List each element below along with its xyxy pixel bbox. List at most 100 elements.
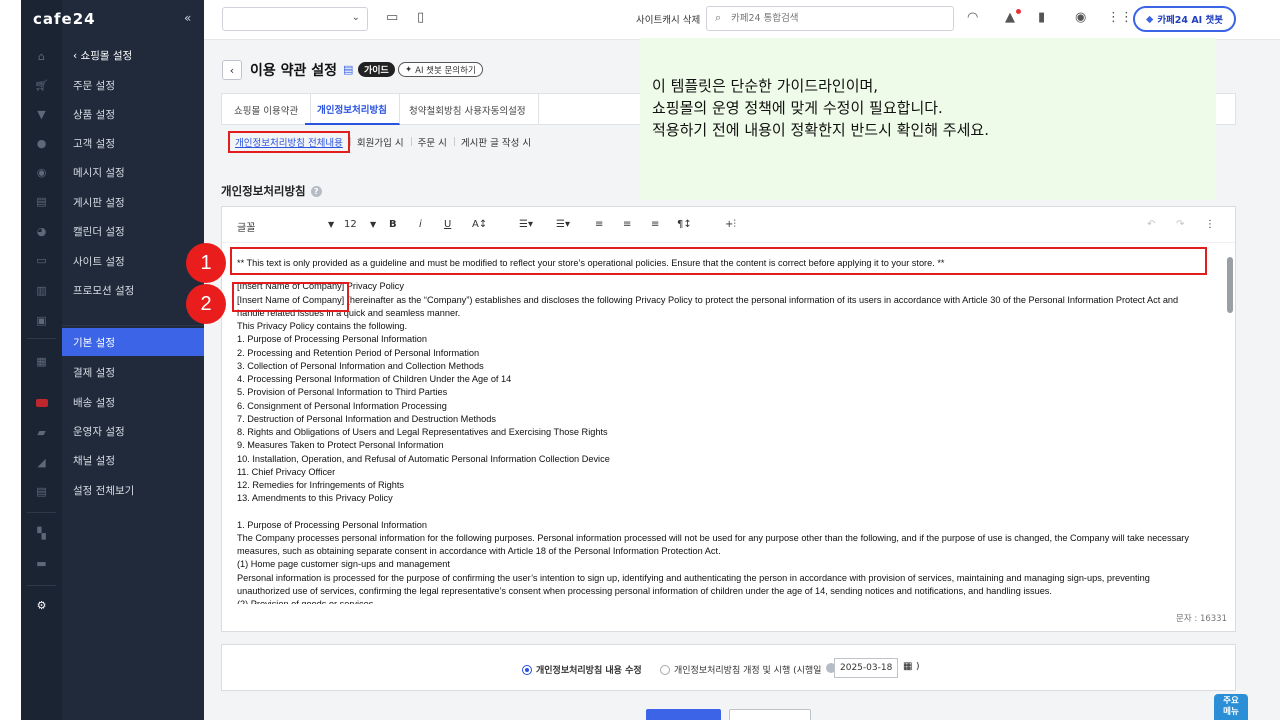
menu-item-message[interactable]: 메시지 설정 xyxy=(62,158,204,186)
menu-item-shipping[interactable]: 배송 설정 xyxy=(62,388,204,416)
stats-icon[interactable]: ▣ xyxy=(21,309,62,331)
menu-item-site[interactable]: 사이트 설정 xyxy=(62,247,204,275)
apps-icon[interactable]: ▚ xyxy=(21,522,62,544)
headset-icon[interactable]: ◠ xyxy=(967,10,978,25)
bag-icon[interactable]: ▰ xyxy=(21,421,62,443)
policy-text[interactable]: ** This text is only provided as a guide… xyxy=(237,257,1217,604)
text-line: 12. Remedies for Infringements of Rights xyxy=(237,480,404,490)
back-button[interactable]: ‹ xyxy=(222,60,242,80)
chat-bubble-icon: ◆ xyxy=(1146,13,1154,25)
paragraph-icon[interactable]: ¶↕ xyxy=(677,219,692,230)
promo-icon[interactable]: ▥ xyxy=(21,279,62,301)
clear-site-cache-button[interactable]: 사이트캐시 삭제 xyxy=(636,12,700,26)
mobile-icon[interactable]: ▯ xyxy=(417,10,424,25)
align-center-icon[interactable]: ≡ xyxy=(623,219,631,230)
megaphone-icon[interactable]: ◢ xyxy=(21,451,62,473)
radio-revise-label: 개인정보처리방침 개정 및 시행 (시행일 xyxy=(674,666,822,676)
subtab-order[interactable]: 주문 시 xyxy=(410,135,454,149)
integrated-search[interactable]: ⌕ xyxy=(706,6,954,31)
site-icon[interactable]: ▭ xyxy=(21,249,62,271)
text-line: (2) Provision of goods or services xyxy=(237,599,374,604)
menu-item-calendar[interactable]: 캘린더 설정 xyxy=(62,217,204,245)
underline-icon[interactable]: U xyxy=(444,219,451,230)
bold-icon[interactable]: B xyxy=(389,219,397,230)
text-size-icon[interactable]: A↕ xyxy=(472,219,487,230)
italic-icon[interactable]: i xyxy=(419,219,422,230)
subtab-full-content[interactable]: 개인정보처리방침 전체내용 xyxy=(228,131,350,153)
menu-item-all-settings[interactable]: 설정 전체보기 xyxy=(62,476,204,504)
ordered-list-icon[interactable]: ☰▾ xyxy=(519,219,533,230)
settings-list-icon[interactable]: ▦ xyxy=(21,350,62,372)
tab-withdrawal-consent[interactable]: 청약철회방침 사용자동의설정 xyxy=(397,94,539,125)
menu-item-customer[interactable]: 고객 설정 xyxy=(62,129,204,157)
more-options-icon[interactable]: ⋮ xyxy=(1205,219,1215,230)
user-icon[interactable]: ● xyxy=(21,132,62,154)
ai-ask-button[interactable]: ✦ AI 챗봇 문의하기 xyxy=(398,62,483,77)
apps-grid-icon[interactable]: ⋮⋮ xyxy=(1107,10,1133,25)
bell-icon[interactable]: ▲ xyxy=(1005,10,1015,25)
home-icon[interactable]: ⌂ xyxy=(21,45,62,67)
cart-icon[interactable]: 🛒︎ xyxy=(21,74,62,96)
insert-icon[interactable]: +⫶ xyxy=(725,219,736,230)
menu-item-payment[interactable]: 결제 설정 xyxy=(62,358,204,386)
main-menu-button[interactable]: 주요 메뉴 xyxy=(1214,694,1248,720)
menu-item-promotion[interactable]: 프로모션 설정 xyxy=(62,276,204,304)
tab-shop-terms[interactable]: 쇼핑몰 이용약관 xyxy=(222,94,312,125)
ai-chatbot-button[interactable]: ◆ 카페24 AI 챗봇 xyxy=(1133,6,1236,32)
help-icon[interactable]: ? xyxy=(310,185,322,197)
menu-item-product[interactable]: 상품 설정 xyxy=(62,100,204,128)
chevron-down-icon[interactable]: ▼ xyxy=(328,220,334,229)
radio-edit-content[interactable]: 개인정보처리방침 내용 수정 xyxy=(522,663,642,676)
calendar-icon[interactable]: ▦ xyxy=(903,661,912,672)
editor-scrollbar[interactable] xyxy=(1227,249,1233,605)
bookmark-icon[interactable]: ▮ xyxy=(1038,10,1045,25)
save-button[interactable] xyxy=(646,709,721,720)
menu-item-channel[interactable]: 채널 설정 xyxy=(62,446,204,474)
account-icon[interactable]: ◉ xyxy=(1075,10,1086,25)
bullet-list-icon[interactable]: ☰▾ xyxy=(556,219,570,230)
play-icon[interactable] xyxy=(21,392,62,414)
palette-icon[interactable]: ◕ xyxy=(21,220,62,242)
rail-divider xyxy=(27,585,56,586)
menu-divider xyxy=(62,325,204,326)
text-line: (1) Home page customer sign-ups and mana… xyxy=(237,559,450,570)
undo-icon[interactable]: ↶ xyxy=(1147,219,1155,230)
channel-icon[interactable]: ▤ xyxy=(21,480,62,502)
cancel-button[interactable] xyxy=(729,709,811,720)
radio-revise-enforce[interactable]: 개인정보처리방침 개정 및 시행 (시행일 xyxy=(660,663,821,676)
scroll-thumb[interactable] xyxy=(1227,257,1233,313)
collapse-menu-button[interactable]: « xyxy=(184,11,191,25)
search-input[interactable] xyxy=(731,10,941,27)
chat-icon[interactable]: ◉ xyxy=(21,161,62,183)
gear-icon[interactable]: ⚙ xyxy=(21,594,62,616)
menu-item-operator[interactable]: 운영자 설정 xyxy=(62,417,204,445)
menu-item-basic[interactable]: 기본 설정 xyxy=(62,328,204,356)
redo-icon[interactable]: ↷ xyxy=(1176,219,1184,230)
settings-menu: cafe24 ‹ 쇼핑몰 설정 주문 설정 상품 설정 고객 설정 메시지 설정… xyxy=(33,0,204,720)
subtab-signup[interactable]: 회원가입 시 xyxy=(349,135,411,149)
align-left-icon[interactable]: ≡ xyxy=(595,219,603,230)
board-icon[interactable]: ▤ xyxy=(21,190,62,212)
guide-badge[interactable]: 가이드 xyxy=(358,62,395,77)
menu-item-order[interactable]: 주문 설정 xyxy=(62,71,204,99)
cafe24-logo[interactable]: cafe24 xyxy=(33,10,96,28)
font-size-select[interactable]: 12 xyxy=(344,219,357,230)
text-line: measures, such as obtaining separate con… xyxy=(237,546,721,556)
align-right-icon[interactable]: ≡ xyxy=(651,219,659,230)
subtab-board-post[interactable]: 게시판 글 작성 시 xyxy=(453,135,538,149)
book-icon[interactable]: ▤ xyxy=(343,63,353,76)
chevron-down-icon: ⌄ xyxy=(351,12,360,23)
text-line: 4. Processing Personal Information of Ch… xyxy=(237,374,512,384)
chevron-down-icon[interactable]: ▼ xyxy=(370,220,376,229)
tab-privacy-policy[interactable]: 개인정보처리방침 xyxy=(305,94,400,125)
shop-selector[interactable]: ⌄ xyxy=(222,7,368,31)
folder-icon[interactable]: ▬ xyxy=(21,552,62,574)
monitor-icon[interactable]: ▭ xyxy=(386,10,398,25)
menu-header-shop-settings[interactable]: ‹ 쇼핑몰 설정 xyxy=(62,41,204,69)
main-menu-label-1: 주요 xyxy=(1223,696,1239,706)
ai-chatbot-label: 카페24 AI 챗봇 xyxy=(1157,15,1223,26)
enforcement-date-input[interactable]: 2025-03-18 xyxy=(834,658,898,678)
menu-item-board[interactable]: 게시판 설정 xyxy=(62,188,204,216)
shirt-icon[interactable]: ▼ xyxy=(21,103,62,125)
font-family-select[interactable]: 글꼴 xyxy=(237,219,255,234)
